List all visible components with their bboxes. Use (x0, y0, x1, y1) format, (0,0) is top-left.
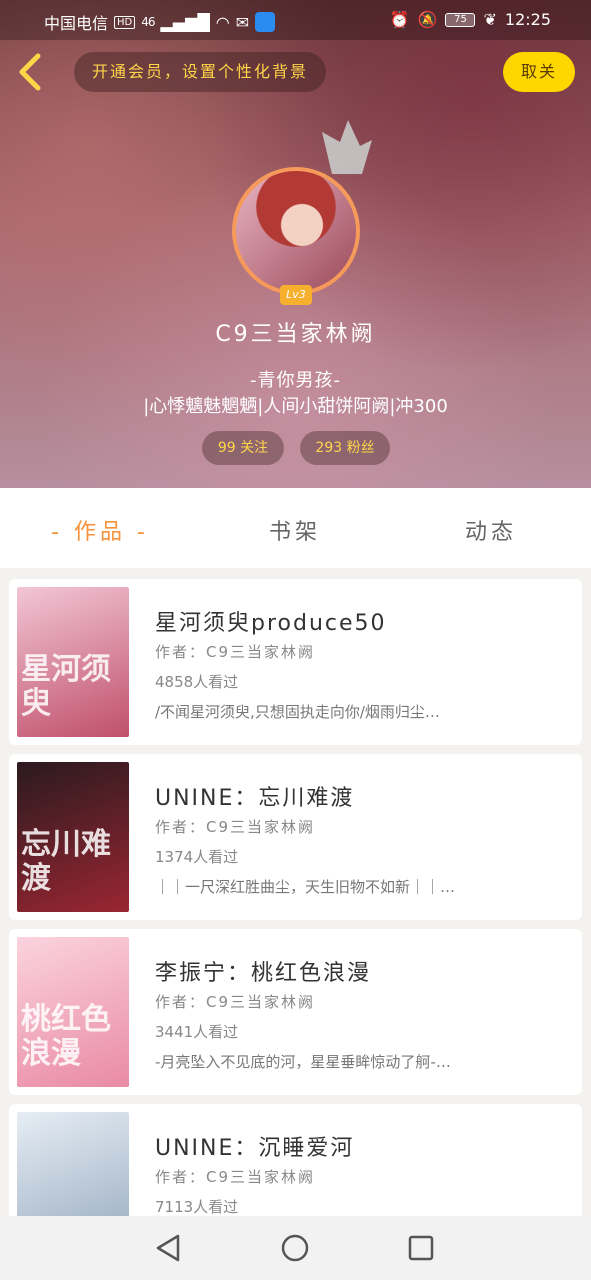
work-card[interactable]: 桃红色浪漫 李振宁：桃红色浪漫 作者：C9三当家林阙 3441人看过 -月亮坠入… (9, 929, 582, 1095)
system-nav-bar (0, 1216, 591, 1280)
profile-tabs: - 作品 - 书架 动态 (0, 488, 591, 568)
mute-icon: 🔕 (417, 10, 438, 29)
vip-banner[interactable]: 开通会员，设置个性化背景 (74, 52, 327, 92)
cover-title: 桃红色浪漫 (21, 1002, 111, 1071)
work-author: 作者：C9三当家林阙 (155, 818, 316, 836)
cover-title: 忘川难渡 (21, 827, 111, 896)
unfollow-button[interactable]: 取关 (503, 52, 575, 92)
clock-label: 12:25 (504, 10, 551, 29)
tab-activity[interactable]: 动态 (431, 514, 551, 546)
fans-count[interactable]: 293 粉丝 (300, 431, 390, 465)
alarm-icon: ⏰ (389, 10, 410, 29)
following-count[interactable]: 99 关注 (202, 431, 284, 465)
chevron-left-icon (19, 53, 41, 91)
wechat-icon: ✉ (235, 12, 250, 32)
tab-works[interactable]: - 作品 - (40, 514, 160, 546)
work-views: 7113人看过 (155, 1198, 239, 1216)
work-views: 4858人看过 (155, 673, 239, 691)
work-author: 作者：C9三当家林阙 (155, 993, 316, 1011)
work-title: 李振宁：桃红色浪漫 (155, 961, 372, 986)
work-description: /不闻星河须臾,只想固执走向你/烟雨归尘… (155, 703, 440, 721)
carrier-label: 中国电信 (44, 14, 109, 33)
back-button[interactable] (14, 52, 50, 92)
wifi-icon: ◠ (215, 12, 230, 32)
crown-icon (322, 120, 372, 174)
work-author: 作者：C9三当家林阙 (155, 1168, 316, 1186)
level-badge: Lv3 (280, 285, 312, 305)
battery-icon: 75 (445, 12, 476, 27)
tab-bookshelf[interactable]: 书架 (235, 514, 355, 546)
bio-line-1: -青你男孩- (250, 370, 341, 391)
status-bar: 中国电信 HD 46 ▂▄▆█ ◠ ✉ ⏰ 🔕 75 ❦ 12:25 (0, 0, 591, 40)
profile-header: 中国电信 HD 46 ▂▄▆█ ◠ ✉ ⏰ 🔕 75 ❦ 12:25 开通会员，… (0, 0, 591, 488)
work-description: -月亮坠入不见底的河，星星垂眸惊动了舸-… (155, 1053, 451, 1071)
leaf-icon: ❦ (483, 10, 497, 29)
work-title: 星河须臾produce50 (155, 611, 387, 636)
work-title: UNINE：忘川难渡 (155, 786, 355, 811)
work-views: 3441人看过 (155, 1023, 239, 1041)
book-cover: 忘川难渡 (17, 762, 129, 912)
work-card[interactable]: 忘川难渡 UNINE：忘川难渡 作者：C9三当家林阙 1374人看过 ｜｜一尺深… (9, 754, 582, 920)
work-card[interactable]: 星河须臾 星河须臾produce50 作者：C9三当家林阙 4858人看过 /不… (9, 579, 582, 745)
work-views: 1374人看过 (155, 848, 239, 866)
hd-badge: HD (114, 15, 136, 29)
signal-icon: ▂▄▆█ (160, 12, 210, 32)
work-title: UNINE：沉睡爱河 (155, 1136, 355, 1161)
nav-home-icon[interactable] (279, 1232, 311, 1264)
work-author: 作者：C9三当家林阙 (155, 643, 316, 661)
bio-line-2: |心悸魑魅魍魉|人间小甜饼阿阙|冲300 (143, 396, 448, 417)
book-cover: 星河须臾 (17, 587, 129, 737)
nav-recents-icon[interactable] (405, 1232, 437, 1264)
work-description: ｜｜一尺深红胜曲尘，天生旧物不如新｜｜… (155, 878, 456, 896)
nav-back-icon[interactable] (152, 1232, 184, 1264)
cover-title: 星河须臾 (21, 652, 111, 721)
avatar[interactable] (232, 167, 360, 295)
username: C9三当家林阙 (215, 322, 376, 347)
book-cover: 桃红色浪漫 (17, 937, 129, 1087)
network-label: 46 (141, 15, 155, 29)
app-notification-icon (255, 12, 276, 32)
